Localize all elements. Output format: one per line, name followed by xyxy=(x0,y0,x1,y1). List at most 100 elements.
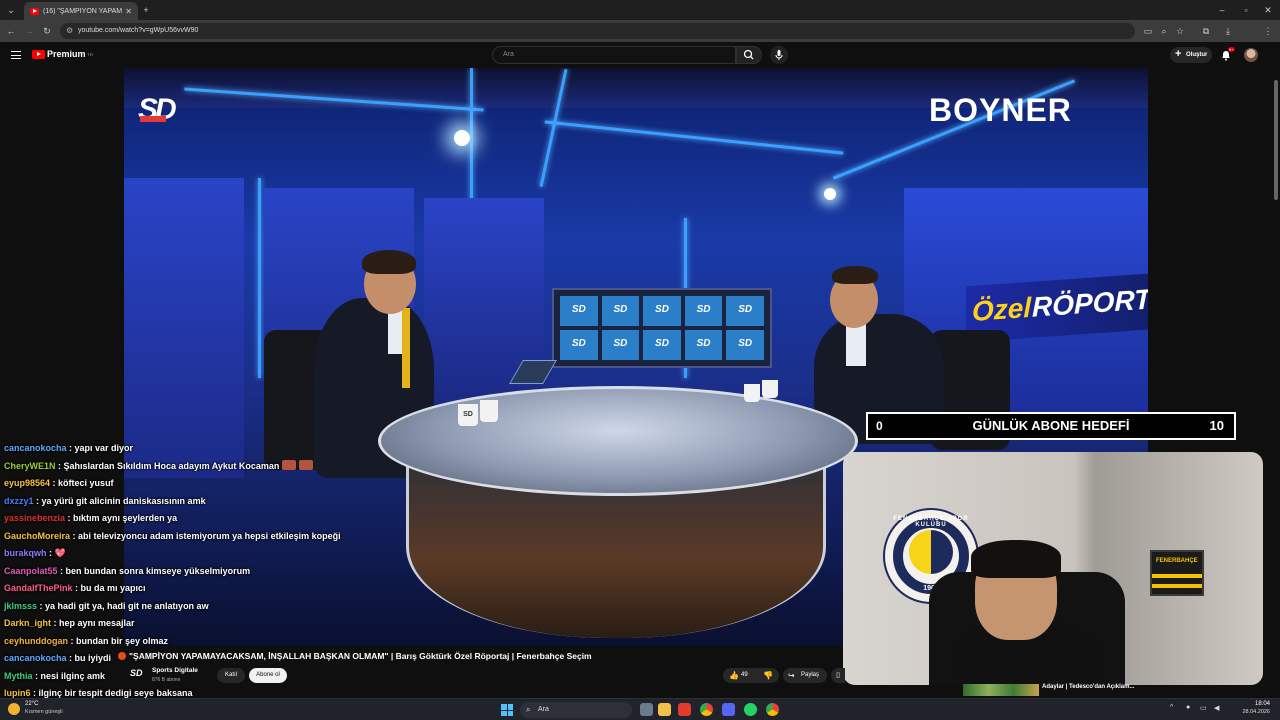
cast-icon[interactable]: ▭ xyxy=(1142,21,1154,41)
chat-separator: : xyxy=(72,583,81,593)
channel-name[interactable]: Sports Digitale xyxy=(152,667,198,674)
reload-icon[interactable]: ↻ xyxy=(40,21,54,41)
screen-tile: SD xyxy=(684,296,723,326)
like-button[interactable]: 👍 49 👎 xyxy=(723,668,779,683)
share-button[interactable]: ↪ Paylaş xyxy=(783,668,827,683)
site-info-icon[interactable]: ⚙ xyxy=(66,23,73,39)
youtube-header: Premium TR Ara + Oluştur 9+ xyxy=(0,42,1280,68)
light-strip xyxy=(544,120,844,155)
bookmark-star-icon[interactable]: ☆ xyxy=(1174,21,1186,41)
weather-sun-icon[interactable] xyxy=(8,703,20,715)
logo-ring-text: FENERBAHÇE SPOR KULÜBÜ xyxy=(893,516,969,528)
whatsapp-icon[interactable] xyxy=(744,703,757,716)
forward-icon[interactable]: → xyxy=(22,21,36,41)
channel-avatar[interactable]: SD xyxy=(130,668,144,682)
chat-username[interactable]: cancanokocha xyxy=(4,653,67,663)
logo-core xyxy=(909,530,953,574)
host-left-hair xyxy=(362,250,416,274)
chat-username[interactable]: dxzzy1 xyxy=(4,496,34,506)
logo-text: Premium xyxy=(47,49,86,59)
hamburger-menu-icon[interactable] xyxy=(11,51,21,59)
downloads-icon[interactable]: ⤓ xyxy=(1222,21,1234,41)
search-button[interactable] xyxy=(736,46,762,64)
youtube-premium-logo[interactable]: Premium TR xyxy=(32,49,93,59)
back-icon[interactable]: ← xyxy=(4,21,18,41)
chat-emote-icon xyxy=(282,459,297,470)
chat-separator: : xyxy=(37,600,46,611)
chat-username[interactable]: GauchoMoreira xyxy=(4,531,70,541)
volume-icon[interactable]: ◀ xyxy=(1214,704,1219,712)
chat-text: köfteci yusuf xyxy=(58,478,114,488)
join-button[interactable]: Katıl xyxy=(217,668,245,683)
notification-badge: 9+ xyxy=(1228,47,1235,52)
weather-description[interactable]: Kısmen güneşli xyxy=(25,709,63,715)
create-button[interactable]: + Oluştur xyxy=(1170,47,1212,63)
recommended-video-title[interactable]: Adaylar | Tedesco'dan Açıklam... xyxy=(1042,684,1134,690)
banner-word-1: Özel xyxy=(972,291,1032,327)
chat-username[interactable]: eyup98564 xyxy=(4,478,50,488)
chat-username[interactable]: lupin6 xyxy=(4,688,31,698)
chat-username[interactable]: burakqwh xyxy=(4,548,47,558)
clock-date[interactable]: 28.04.2026 xyxy=(1230,709,1270,715)
chat-message: Darkn_ight : hep aynı mesajlar xyxy=(4,615,604,633)
task-view-icon[interactable] xyxy=(640,703,653,716)
windows-start-icon[interactable] xyxy=(501,704,513,716)
voice-search-button[interactable] xyxy=(770,46,788,64)
network-icon[interactable]: ▭ xyxy=(1200,704,1207,712)
chat-username[interactable]: Darkn_ight xyxy=(4,618,51,628)
tab-search-icon[interactable]: ⌄ xyxy=(4,0,18,20)
account-avatar[interactable] xyxy=(1244,48,1258,62)
chat-username[interactable]: GandalfThePink xyxy=(4,583,73,593)
browser-menu-icon[interactable]: ⋮ xyxy=(1262,21,1274,41)
clock-time[interactable]: 18:04 xyxy=(1240,701,1270,707)
new-tab-icon[interactable]: + xyxy=(140,0,152,20)
share-label: Paylaş xyxy=(801,672,820,678)
search-icon: ⌕ xyxy=(526,705,531,714)
thumbs-down-icon[interactable]: 👎 xyxy=(763,668,773,683)
browser-tab-bar: ⌄ (16) "ŞAMPİYON YAPAMAY... ✕ + – ▫ ✕ xyxy=(0,0,1280,20)
thumbs-up-icon: 👍 xyxy=(729,671,739,680)
chrome-profile-icon[interactable] xyxy=(766,703,779,716)
screen-tile: SD xyxy=(560,330,598,360)
weather-temperature[interactable]: 22°C xyxy=(25,701,38,707)
chat-message: CheryWE1N : Şahıslardan Sıkıldım Hoca ad… xyxy=(4,458,604,476)
chat-message: dxzzy1 : ya yürü git alicinin daniskasıs… xyxy=(4,493,604,511)
tab-close-icon[interactable]: ✕ xyxy=(125,7,132,16)
zoom-icon[interactable]: ⌕ xyxy=(1158,21,1170,41)
scarf-stripe xyxy=(1152,574,1202,578)
chat-text: ya yürü git alicinin daniskasısının amk xyxy=(41,495,206,506)
chat-username[interactable]: cancanokocha xyxy=(4,443,67,453)
chat-text: ya hadi git ya, hadi git ne anlatıyon aw xyxy=(45,600,209,611)
studio-screen-wall: SD SD SD SD SD SD SD SD SD SD xyxy=(552,288,772,368)
tray-overflow-icon[interactable]: ^ xyxy=(1170,704,1173,711)
extensions-icon[interactable]: ⧉ xyxy=(1200,21,1212,41)
window-close-icon[interactable]: ✕ xyxy=(1260,0,1276,20)
save-button[interactable]: ▯ xyxy=(831,668,845,683)
chat-username[interactable]: Caanpolat55 xyxy=(4,566,58,576)
browser-tab-active[interactable]: (16) "ŞAMPİYON YAPAMAY... ✕ xyxy=(24,2,138,20)
chat-username[interactable]: yassinebenzia xyxy=(4,513,65,523)
chat-username[interactable]: jklmsss xyxy=(4,601,37,611)
chat-overlay: cancanokocha : yapı var diyor CheryWE1N :… xyxy=(4,440,604,703)
chat-message: Mythia : nesi ilginç amk xyxy=(4,668,604,686)
search-input[interactable]: Ara xyxy=(492,46,736,64)
chat-username[interactable]: ceyhunddogan xyxy=(4,636,68,646)
minimize-icon[interactable]: – xyxy=(1214,0,1230,20)
chat-separator: : xyxy=(33,495,42,506)
recommended-video-thumbnail[interactable] xyxy=(963,684,1039,696)
chat-text: ben bundan sonra kimseye yükselmiyorum xyxy=(65,565,251,576)
microphone-tray-icon[interactable]: ● xyxy=(1186,704,1190,711)
address-bar[interactable]: ⚙ youtube.com/watch?v=gWpU56vvW90 xyxy=(60,23,1135,39)
discord-icon[interactable] xyxy=(722,703,735,716)
taskbar-search[interactable]: ⌕ Ara xyxy=(520,702,632,718)
chat-username[interactable]: CheryWE1N xyxy=(4,461,56,471)
brave-browser-icon[interactable] xyxy=(678,703,691,716)
subscribe-button[interactable]: Abone ol xyxy=(249,668,287,683)
maximize-icon[interactable]: ▫ xyxy=(1238,0,1254,20)
light-strip xyxy=(258,178,261,378)
file-explorer-icon[interactable] xyxy=(658,703,671,716)
chrome-icon[interactable] xyxy=(700,703,713,716)
scrollbar-thumb[interactable] xyxy=(1274,80,1278,200)
chat-username[interactable]: Mythia xyxy=(4,671,33,681)
chat-separator: : xyxy=(57,565,66,576)
